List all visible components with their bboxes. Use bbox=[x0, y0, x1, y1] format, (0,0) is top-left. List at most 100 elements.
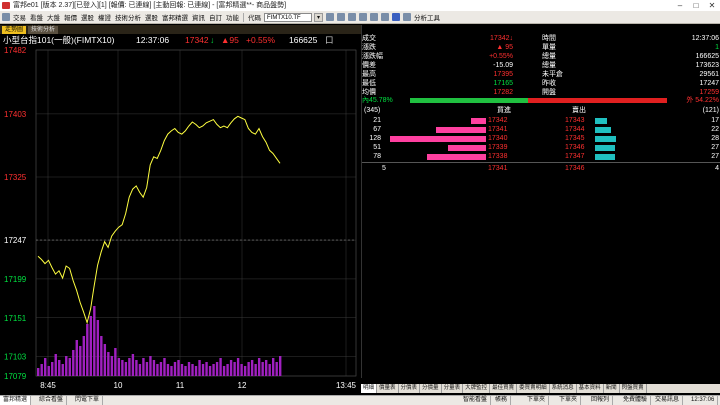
quote-value: 17247 bbox=[699, 80, 719, 87]
status-button[interactable]: 交易訊息 bbox=[652, 396, 684, 405]
volume-bar bbox=[173, 362, 177, 376]
volume-bar bbox=[275, 362, 278, 376]
bid-qty: 128 bbox=[369, 135, 381, 142]
bid-qty: 21 bbox=[373, 117, 381, 124]
detail-tab[interactable]: 系統消息 bbox=[550, 384, 577, 393]
bid-volume-bar bbox=[447, 145, 486, 151]
cursor-icon[interactable] bbox=[392, 13, 400, 21]
chart-icon[interactable] bbox=[370, 13, 378, 21]
status-tab[interactable]: 富邦精選 bbox=[0, 396, 32, 405]
menu-market[interactable]: 大盤 bbox=[47, 12, 60, 22]
menu-featured[interactable]: 富邦精選 bbox=[162, 12, 188, 22]
menu-trade[interactable]: 交易 bbox=[13, 12, 26, 22]
quote-label: 最低 bbox=[362, 80, 376, 87]
chart-header: 小型台指101(一般)(FIMTX10) 12:37:06 17342 ↓ ▲9… bbox=[0, 34, 361, 46]
status-button[interactable]: 下單夾 bbox=[524, 396, 550, 405]
detail-tab-strip: 明細 價量表 分價表 分價量 分量表 大牌監控 最佳買賣 委買賣明細 系統消息 基本資料 新聞 閃盤買… bbox=[361, 384, 720, 393]
status-tab[interactable]: 綜合看盤 bbox=[36, 396, 68, 405]
volume-bar bbox=[72, 350, 75, 376]
status-button[interactable]: 智能看盤 bbox=[460, 396, 492, 405]
status-tab[interactable]: 閃電下單 bbox=[72, 396, 104, 405]
menu-screener[interactable]: 選股 bbox=[81, 12, 94, 22]
bid-header: 買進 bbox=[497, 107, 511, 114]
menu-function[interactable]: 功能 bbox=[226, 12, 239, 22]
quote-label: 價差 bbox=[362, 62, 376, 69]
ask-header: 賣出 bbox=[572, 107, 586, 114]
layout-icon[interactable] bbox=[337, 13, 345, 21]
detail-tab[interactable]: 大牌監控 bbox=[463, 384, 491, 393]
menu-technical[interactable]: 技術分析 bbox=[115, 12, 141, 22]
instrument-title: 小型台指101(一般)(FIMTX10) bbox=[3, 35, 115, 45]
menu-warrant[interactable]: 權證 bbox=[98, 12, 111, 22]
volume-bar bbox=[229, 360, 233, 376]
ask-price: 17347 bbox=[565, 153, 585, 160]
summary-ask: 17346 bbox=[565, 165, 585, 172]
maximize-icon[interactable]: □ bbox=[688, 0, 704, 11]
close-icon[interactable]: ✕ bbox=[704, 0, 720, 11]
list-icon[interactable] bbox=[348, 13, 356, 21]
detail-tab[interactable]: 基本資料 bbox=[577, 384, 604, 393]
detail-tab[interactable]: 最佳買賣 bbox=[490, 384, 518, 393]
volume-bar bbox=[51, 362, 54, 376]
menu-watch[interactable]: 看盤 bbox=[30, 12, 43, 22]
ask-total: (121) bbox=[702, 107, 719, 114]
tab-tick-chart[interactable]: 走勢圖 bbox=[2, 25, 27, 34]
detail-tab[interactable]: 分價量 bbox=[420, 384, 442, 393]
quote-value: 12:37:06 bbox=[691, 35, 719, 42]
bid-total: (345) bbox=[364, 107, 381, 114]
quote-label: 未平倉 bbox=[542, 71, 563, 78]
grid-icon[interactable] bbox=[359, 13, 367, 21]
detail-tab[interactable]: 委買賣明細 bbox=[517, 384, 550, 393]
volume-bar bbox=[254, 364, 257, 376]
quote-label: 時間 bbox=[542, 35, 556, 42]
dropdown-arrow-icon[interactable]: ▾ bbox=[314, 12, 323, 22]
y-tick-label: 17247 bbox=[4, 236, 27, 245]
home-icon[interactable] bbox=[2, 13, 10, 21]
status-button[interactable]: 免費體驗 bbox=[620, 396, 652, 405]
print-icon[interactable] bbox=[381, 13, 389, 21]
quote-label: 漲跌 bbox=[362, 44, 376, 51]
volume-bar bbox=[163, 358, 166, 376]
toolbar: 交易 看盤 大盤 報價 選股 權證 技術分析 選股 富邦精選 資訊 自訂 功能 … bbox=[0, 11, 720, 24]
summary-bid: 17341 bbox=[488, 165, 508, 172]
menu-custom[interactable]: 自訂 bbox=[209, 12, 222, 22]
detail-tab[interactable]: 價量表 bbox=[377, 384, 399, 393]
menu-screener-2[interactable]: 選股 bbox=[145, 12, 158, 22]
bid-price: 17339 bbox=[488, 144, 508, 151]
code-input[interactable]: FIMTX10.TF bbox=[264, 12, 312, 22]
volume-bar bbox=[44, 358, 47, 376]
tab-technical-analysis[interactable]: 技術分析 bbox=[28, 25, 59, 34]
menu-quote[interactable]: 報價 bbox=[64, 12, 77, 22]
quote-row: 最低 17165 昨收 17247 bbox=[362, 80, 720, 88]
menu-info[interactable]: 資訊 bbox=[192, 12, 205, 22]
status-button[interactable]: 回報列 bbox=[588, 396, 614, 405]
order-book-summary: 5 17341 17346 4 bbox=[362, 165, 720, 173]
y-tick-label: 17325 bbox=[4, 173, 27, 182]
volume-bar bbox=[205, 362, 208, 376]
analysis-tools-menu[interactable]: 分析工具 bbox=[414, 12, 440, 22]
volume-bar bbox=[250, 360, 254, 376]
volume-bar bbox=[149, 356, 152, 376]
detail-tab[interactable]: 分量表 bbox=[442, 384, 464, 393]
x-tick-label: 12 bbox=[238, 381, 247, 390]
minimize-icon[interactable]: – bbox=[672, 0, 688, 11]
status-button[interactable]: 帳務 bbox=[492, 396, 512, 405]
analysis-icon[interactable] bbox=[403, 13, 411, 21]
quote-value: 17282 bbox=[493, 89, 513, 96]
outer-label: 外 54.22% bbox=[686, 97, 719, 104]
intraday-chart[interactable]: 17482 17403 17325 17247 17199 17151 17103 17079… bbox=[0, 46, 361, 394]
status-button[interactable]: 下單夾 bbox=[556, 396, 582, 405]
quote-value: 166625 bbox=[695, 53, 719, 60]
ask-price: 17343 bbox=[565, 117, 585, 124]
status-clock: 12:37:06 bbox=[688, 396, 719, 405]
detail-tab[interactable]: 閃盤買賣 bbox=[620, 384, 647, 393]
volume-bar bbox=[68, 358, 71, 376]
ask-volume-bar bbox=[595, 127, 612, 133]
detail-tab[interactable]: 明細 bbox=[361, 384, 378, 393]
unit-label: 口 bbox=[325, 35, 334, 45]
window-icon[interactable] bbox=[326, 13, 334, 21]
detail-tab[interactable]: 分價表 bbox=[399, 384, 421, 393]
volume-bar bbox=[166, 364, 170, 376]
detail-tab[interactable]: 新聞 bbox=[604, 384, 620, 393]
volume-bar bbox=[226, 364, 229, 376]
